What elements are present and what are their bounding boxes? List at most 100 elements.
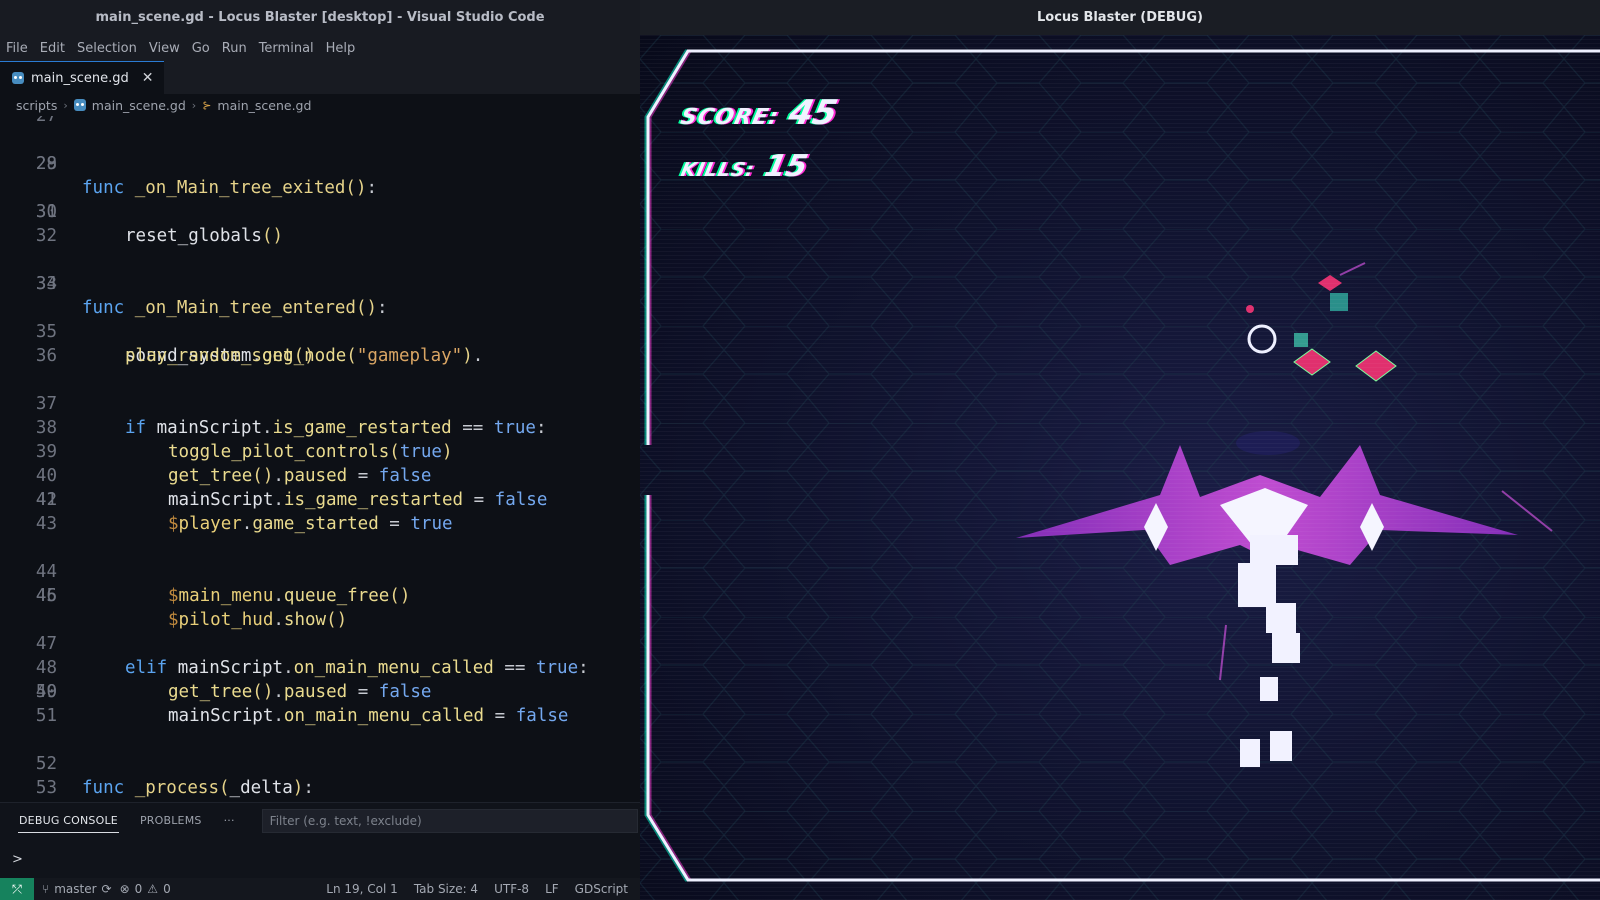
line-number: 42 <box>35 490 57 510</box>
breadcrumb-symbol[interactable]: main_scene.gd <box>217 98 311 113</box>
code-line: 41 $player.game_started = true <box>0 464 453 534</box>
game-window: Locus Blaster (DEBUG) SCORE: 45 KILLS: 1… <box>640 0 1600 900</box>
godot-icon <box>12 72 24 84</box>
menu-view[interactable]: View <box>149 41 180 56</box>
code-line: 40 mainScript.is_game_restarted = false <box>0 440 547 510</box>
more-icon[interactable]: ··· <box>213 803 246 839</box>
code-line: play_random_song() <box>0 320 315 366</box>
tab-size[interactable]: Tab Size: 4 <box>414 882 478 896</box>
line-number: 36 <box>35 346 57 366</box>
console-filter-input[interactable]: Filter (e.g. text, !exclude) <box>261 808 638 833</box>
sync-icon[interactable]: ⟳ <box>102 882 112 896</box>
branch-name: master <box>54 882 97 896</box>
line-number: 51 <box>35 706 57 726</box>
code-line: 44 $main_menu.queue_free() <box>0 536 410 606</box>
code-line: 33 func _on_Main_tree_entered(): <box>0 248 388 318</box>
chevron-right-icon: › <box>63 98 68 112</box>
code-text: $player.game_started = true <box>168 514 453 534</box>
code-line: 54 check_pause_input() <box>0 776 63 800</box>
code-text: $main_menu.queue_free() <box>168 586 411 606</box>
panel-tabs: DEBUG CONSOLE PROBLEMS ··· Filter (e.g. … <box>0 802 640 838</box>
menu-run[interactable]: Run <box>222 41 247 56</box>
tab-label: main_scene.gd <box>31 70 129 86</box>
menu-edit[interactable]: Edit <box>40 41 65 56</box>
symbol-class-icon: ⊱ <box>202 98 212 112</box>
code-text: func _process(_delta): <box>82 778 314 798</box>
menu-selection[interactable]: Selection <box>77 41 137 56</box>
error-count: 0 <box>134 882 143 896</box>
remote-icon[interactable]: ⤱ <box>0 878 34 900</box>
code-text: func _on_Main_tree_exited(): <box>82 178 378 198</box>
code-text: $pilot_hud.show() <box>168 610 348 630</box>
status-bar: ⤱ ⑂ master ⟳ ⊗ 0 ⚠ 0 Ln 19, Col 1 Tab Si… <box>0 878 640 900</box>
breadcrumb-file[interactable]: main_scene.gd <box>92 98 186 113</box>
line-number: 31 <box>35 202 57 222</box>
warning-icon: ⚠ <box>147 882 159 896</box>
code-text: toggle_pilot_controls(true) <box>168 442 453 462</box>
code-line: 47 elif mainScript.on_main_menu_called =… <box>0 608 589 678</box>
line-number: 32 <box>35 226 57 246</box>
editor-tabs: main_scene.gd ✕ <box>0 61 640 94</box>
code-line: 38 toggle_pilot_controls(true) <box>0 392 453 462</box>
breadcrumb: scripts › main_scene.gd › ⊱ main_scene.g… <box>0 94 640 116</box>
debug-console[interactable]: > <box>0 838 640 878</box>
kills-display: KILLS: 15 <box>678 149 811 184</box>
code-line: 48 get_tree().paused = false <box>0 632 432 702</box>
menu-terminal[interactable]: Terminal <box>259 41 314 56</box>
game-window-title: Locus Blaster (DEBUG) <box>640 0 1600 35</box>
branch-indicator[interactable]: ⑂ master ⟳ <box>42 882 112 896</box>
code-line: 28 func _on_Main_tree_exited(): <box>0 128 377 198</box>
menu-go[interactable]: Go <box>192 41 210 56</box>
menu-help[interactable]: Help <box>326 41 356 56</box>
line-ending[interactable]: LF <box>545 882 559 896</box>
code-text: mainScript.is_game_restarted = false <box>168 490 548 510</box>
code-text: play_random_song() <box>125 346 315 366</box>
code-text: reset_globals() <box>125 226 284 246</box>
code-line: 37 if mainScript.is_game_restarted == tr… <box>0 368 547 438</box>
vscode-window: main_scene.gd - Locus Blaster [desktop] … <box>0 0 640 900</box>
breadcrumb-folder[interactable]: scripts <box>16 98 57 113</box>
close-icon[interactable]: ✕ <box>142 70 154 86</box>
kills-value: 15 <box>761 149 811 184</box>
line-number: 34 <box>35 274 57 294</box>
tab-debug-console[interactable]: DEBUG CONSOLE <box>8 803 129 839</box>
line-number: 50 <box>35 682 57 702</box>
chevron-right-icon: › <box>191 98 197 112</box>
score-label: SCORE: <box>678 105 782 130</box>
code-text: if mainScript.is_game_restarted == true: <box>125 418 547 438</box>
menu-bar: File Edit Selection View Go Run Terminal… <box>0 35 640 61</box>
cursor-position[interactable]: Ln 19, Col 1 <box>326 882 398 896</box>
code-line: 52 func _process(_delta): <box>0 728 314 798</box>
game-viewport[interactable]: SCORE: 45 KILLS: 15 <box>640 35 1600 900</box>
line-number: 46 <box>35 586 57 606</box>
code-text: get_tree().paused = false <box>168 466 432 486</box>
score-value: 45 <box>785 93 842 133</box>
code-text: mainScript.on_main_menu_called = false <box>168 706 569 726</box>
console-prompt: > <box>12 852 23 867</box>
tab-main-scene[interactable]: main_scene.gd ✕ <box>0 61 164 94</box>
godot-icon <box>73 99 86 111</box>
encoding[interactable]: UTF-8 <box>494 882 529 896</box>
code-text: elif mainScript.on_main_menu_called == t… <box>125 658 589 678</box>
code-text: func _on_Main_tree_entered(): <box>82 298 388 318</box>
error-icon: ⊗ <box>119 882 130 896</box>
language-mode[interactable]: GDScript <box>575 882 628 896</box>
line-number: 27 <box>35 116 57 126</box>
window-title: main_scene.gd - Locus Blaster [desktop] … <box>0 0 640 35</box>
code-line: 53 check_health() <box>0 752 63 798</box>
line-number: 29 <box>35 154 57 174</box>
menu-file[interactable]: File <box>6 41 28 56</box>
warning-count: 0 <box>163 882 171 896</box>
line-number: 43 <box>35 514 57 534</box>
code-editor[interactable]: 27 28 func _on_Main_tree_exited(): 29 30… <box>0 116 640 802</box>
tab-problems[interactable]: PROBLEMS <box>129 803 213 839</box>
code-line: 45 $pilot_hud.show() <box>0 560 347 630</box>
code-line: 35 sound_system.get_node("gameplay"). <box>0 296 483 366</box>
code-text: get_tree().paused = false <box>168 682 432 702</box>
code-line: 39 get_tree().paused = false <box>0 416 432 486</box>
code-line: 49 mainScript.on_main_menu_called = fals… <box>0 656 569 726</box>
code-line: 30 reset_globals() <box>0 176 283 246</box>
problems-indicator[interactable]: ⊗ 0 ⚠ 0 <box>120 882 171 896</box>
kills-label: KILLS: <box>678 159 757 181</box>
score-display: SCORE: 45 <box>678 93 841 133</box>
